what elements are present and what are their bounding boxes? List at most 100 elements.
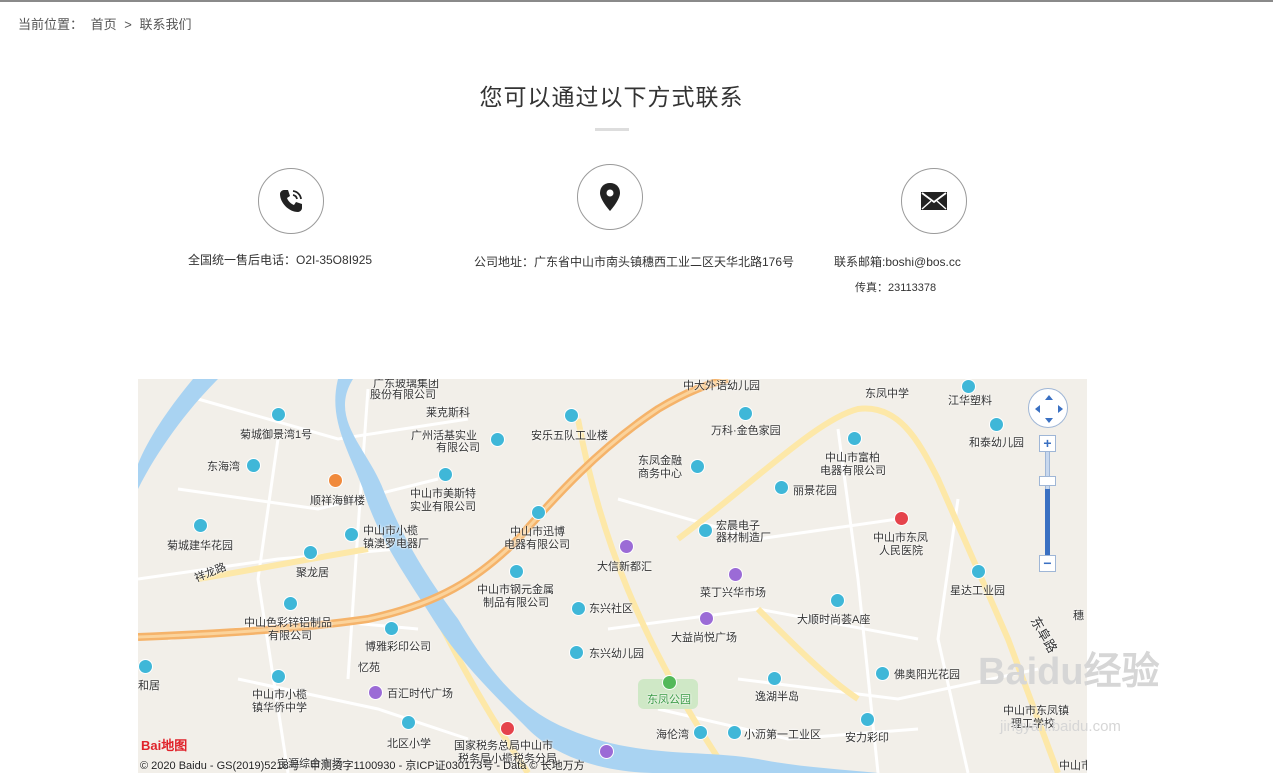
- map-label: 电器有限公司: [820, 465, 886, 477]
- map-label: 镇华侨中学: [252, 702, 307, 714]
- map-label: 莱克斯科: [426, 407, 470, 419]
- map-label: 宏晨电子: [716, 520, 760, 532]
- map-poi-marker[interactable]: [368, 685, 383, 700]
- map-poi-marker[interactable]: [971, 564, 986, 579]
- map-poi-marker[interactable]: [438, 467, 453, 482]
- map-poi-marker[interactable]: [727, 725, 742, 740]
- map-label: 中山市小榄: [363, 525, 418, 537]
- map-poi-marker[interactable]: [571, 601, 586, 616]
- page-title: 您可以通过以下方式联系: [479, 84, 744, 110]
- map-label: 和泰幼儿园: [969, 437, 1024, 449]
- address-text: 公司地址：广东省中山市南头镇穗西工业二区天华北路176号: [474, 255, 795, 269]
- map-label: 菊城御景湾1号: [240, 429, 313, 441]
- map-label: 大信新都汇: [597, 561, 652, 573]
- map-label: 东兴社区: [589, 603, 633, 615]
- map-copyright: © 2020 Baidu - GS(2019)5218号 - 甲测资字11009…: [140, 760, 585, 772]
- map-label: 东凤金融: [638, 455, 682, 467]
- map-label: 丽景花园: [793, 485, 837, 497]
- map-poi-marker[interactable]: [500, 721, 515, 736]
- map-label: 股份有限公司: [370, 389, 436, 401]
- map-label: 中大外语幼儿园: [683, 380, 760, 392]
- map-label: 忆苑: [358, 662, 380, 674]
- map-poi-marker[interactable]: [509, 564, 524, 579]
- map-label: 中山市迅博: [510, 526, 565, 538]
- fax-text: 传真：23113378: [855, 282, 937, 294]
- map-poi-marker[interactable]: [138, 659, 153, 674]
- map-label: 佛奥阳光花园: [894, 669, 960, 681]
- map-view[interactable]: 中大外语幼儿园 东凤中学 江华塑料 莱克斯科 菊城御景湾1号 广州活基实业 有限…: [138, 379, 1087, 773]
- map-label: 中山市小榄: [252, 689, 307, 701]
- map-poi-marker[interactable]: [690, 459, 705, 474]
- map-poi-marker[interactable]: [401, 715, 416, 730]
- baidu-map-logo[interactable]: Bai地图: [141, 735, 187, 754]
- map-label: 东兴幼儿园: [589, 648, 644, 660]
- map-label: 中山市东凤镇: [1003, 705, 1069, 717]
- map-poi-marker[interactable]: [384, 621, 399, 636]
- map-label: 顺祥海鲜楼: [310, 495, 365, 507]
- map-poi-marker[interactable]: [860, 712, 875, 727]
- map-poi-marker[interactable]: [531, 505, 546, 520]
- zoom-in-button[interactable]: +: [1039, 435, 1056, 452]
- map-label: 星达工业园: [950, 585, 1005, 597]
- map-label: 安乐五队工业楼: [531, 430, 608, 442]
- map-poi-marker[interactable]: [875, 666, 890, 681]
- map-poi-marker[interactable]: [774, 480, 789, 495]
- map-label: 小沥第一工业区: [744, 729, 821, 741]
- map-poi-marker[interactable]: [246, 458, 261, 473]
- map-poi-marker[interactable]: [961, 379, 976, 394]
- map-label: 中山色彩锌铝制品: [244, 617, 332, 629]
- map-label: 有限公司: [268, 630, 312, 642]
- map-poi-marker[interactable]: [619, 539, 634, 554]
- map-poi-marker[interactable]: [693, 725, 708, 740]
- map-label: 中山市: [1059, 760, 1087, 772]
- zoom-slider-handle[interactable]: [1039, 476, 1056, 486]
- zoom-out-button[interactable]: −: [1039, 555, 1056, 572]
- map-poi-marker[interactable]: [698, 523, 713, 538]
- map-label: 制品有限公司: [483, 597, 549, 609]
- map-label: 海伦湾: [656, 729, 689, 741]
- map-poi-marker[interactable]: [989, 417, 1004, 432]
- map-poi-marker[interactable]: [490, 432, 505, 447]
- map-label: 和居: [138, 680, 160, 692]
- breadcrumb-home-link[interactable]: 首页: [91, 17, 117, 32]
- map-label: 江华塑料: [948, 395, 992, 407]
- map-poi-marker[interactable]: [894, 511, 909, 526]
- map-poi-marker[interactable]: [271, 407, 286, 422]
- breadcrumb-current[interactable]: 联系我们: [140, 17, 192, 32]
- phone-text: 全国统一售后电话：O2I-35O8I925: [188, 253, 373, 267]
- map-label: 安力彩印: [845, 732, 889, 744]
- map-poi-marker[interactable]: [767, 671, 782, 686]
- map-poi-marker[interactable]: [271, 669, 286, 684]
- map-label: 东凤公园: [647, 694, 691, 706]
- envelope-icon: [901, 168, 967, 234]
- pan-arrows-icon: [1035, 395, 1063, 423]
- map-poi-marker[interactable]: [699, 611, 714, 626]
- map-pan-control[interactable]: [1028, 388, 1068, 428]
- map-poi-marker[interactable]: [283, 596, 298, 611]
- map-label: 镇澳罗电器厂: [363, 538, 429, 550]
- map-poi-marker[interactable]: [328, 473, 343, 488]
- map-poi-marker[interactable]: [303, 545, 318, 560]
- map-poi-marker[interactable]: [662, 675, 677, 690]
- watermark-url: jingyan.baidu.com: [1000, 718, 1121, 735]
- map-label: 实业有限公司: [410, 501, 476, 513]
- map-label: 国家税务总局中山市: [454, 740, 553, 752]
- map-poi-marker[interactable]: [847, 431, 862, 446]
- baidu-jingyan-watermark: Baidu经验: [978, 651, 1160, 693]
- breadcrumb: 当前位置： 首页 > 联系我们: [18, 14, 196, 33]
- map-poi-marker[interactable]: [569, 645, 584, 660]
- map-label: 中山市东凤: [873, 532, 928, 544]
- map-label: 电器有限公司: [504, 539, 570, 551]
- email-text: 联系邮箱:boshi@bos.cc: [834, 255, 961, 269]
- map-label: 有限公司: [436, 442, 480, 454]
- map-poi-marker[interactable]: [830, 593, 845, 608]
- map-label: 博雅彩印公司: [365, 641, 431, 653]
- map-poi-marker[interactable]: [193, 518, 208, 533]
- map-label: 菜丁兴华市场: [700, 587, 766, 599]
- map-poi-marker[interactable]: [738, 406, 753, 421]
- map-poi-marker[interactable]: [599, 744, 614, 759]
- map-poi-marker[interactable]: [344, 527, 359, 542]
- map-poi-marker[interactable]: [728, 567, 743, 582]
- map-poi-marker[interactable]: [564, 408, 579, 423]
- map-label: 中山市富柏: [825, 452, 880, 464]
